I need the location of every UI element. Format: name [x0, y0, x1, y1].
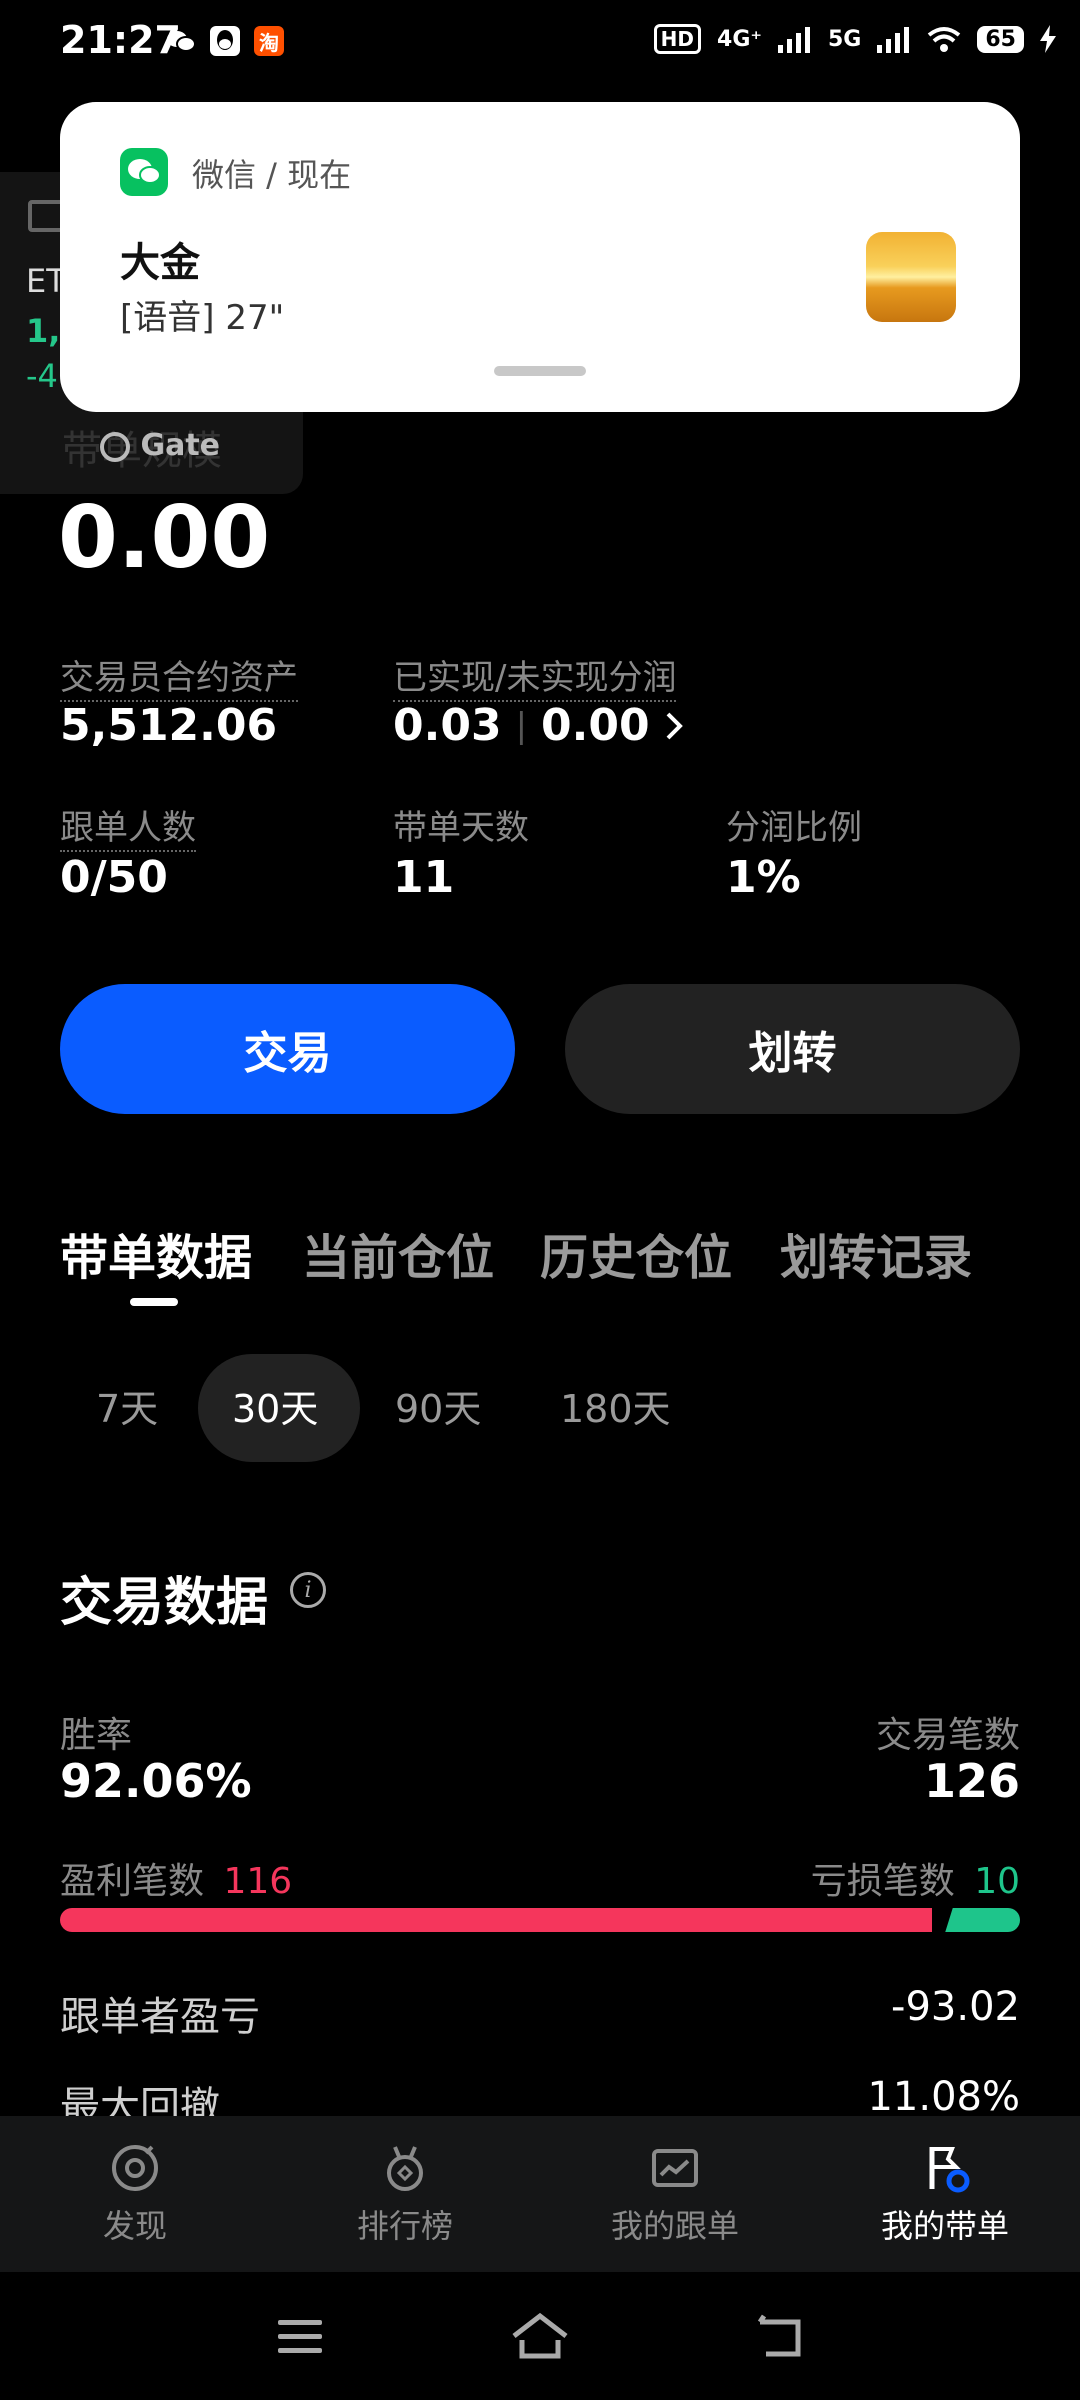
- unrealized-value: 0.00: [541, 700, 650, 751]
- widget-price: 1,: [26, 312, 61, 350]
- copy-scale-value: 0.00: [58, 488, 271, 588]
- status-right: HD 4G⁺ 5G 65: [653, 24, 1056, 54]
- nav-leaderboard[interactable]: 排行榜: [270, 2116, 540, 2272]
- notification-app-name: 微信 / 现在: [192, 156, 352, 194]
- profit-count: 盈利笔数 116: [60, 1852, 292, 1904]
- expand-icon[interactable]: [28, 200, 64, 232]
- profit-count-value: 116: [223, 1861, 293, 1902]
- profit-share-label[interactable]: 已实现/未实现分润: [393, 650, 677, 702]
- range-30d[interactable]: 30天: [232, 1378, 318, 1433]
- assets-value: 5,512.06: [60, 700, 278, 751]
- menu-icon[interactable]: [276, 2316, 324, 2356]
- network-5g: 5G: [828, 26, 862, 52]
- wechat-app-icon: [120, 148, 168, 196]
- tab-current-positions[interactable]: 当前仓位: [302, 1218, 494, 1288]
- taobao-icon: 淘: [254, 26, 284, 56]
- qq-icon: [210, 26, 240, 56]
- home-icon[interactable]: [510, 2310, 570, 2362]
- profit-count-label: 盈利笔数: [60, 1861, 205, 1902]
- tab-copy-data[interactable]: 带单数据: [60, 1218, 252, 1288]
- range-7d[interactable]: 7天: [96, 1378, 158, 1433]
- realized-value: 0.03: [393, 700, 502, 751]
- trade-count-label: 交易笔数: [875, 1715, 1020, 1756]
- follower-pnl-value: -93.02: [891, 1984, 1020, 2030]
- gate-brand: Gate: [140, 428, 221, 463]
- gate-logo-icon: [100, 431, 130, 462]
- value-separator: |: [515, 705, 528, 746]
- network-4g: 4G⁺: [717, 26, 762, 52]
- days-label: 带单天数: [393, 808, 529, 848]
- win-rate-label: 胜率: [60, 1715, 133, 1756]
- bottom-navigation: 发现 排行榜 我的跟单 我的带单: [0, 2116, 1080, 2272]
- trade-button[interactable]: 交易: [60, 984, 515, 1114]
- wechat-notification[interactable]: 微信 / 现在 大金 [语音] 27": [60, 102, 1020, 412]
- chart-card-icon: [652, 2149, 698, 2187]
- share-ratio-value: 1%: [726, 852, 801, 903]
- medal-icon: [387, 2146, 423, 2191]
- share-ratio-label: 分润比例: [726, 808, 862, 848]
- notification-title: 大金: [120, 240, 200, 286]
- back-icon[interactable]: [756, 2312, 806, 2360]
- days-value: 11: [393, 852, 455, 903]
- nav-my-leads[interactable]: 我的带单: [810, 2116, 1080, 2272]
- nav-my-follows[interactable]: 我的跟单: [540, 2116, 810, 2272]
- transfer-button[interactable]: 划转: [565, 984, 1020, 1114]
- hd-badge: HD: [653, 24, 702, 54]
- battery-level: 65: [977, 25, 1024, 53]
- loss-count: 亏损笔数 10: [811, 1852, 1020, 1904]
- trade-count-value: 126: [923, 1754, 1020, 1808]
- notification-body: [语音] 27": [120, 298, 285, 338]
- active-tab-indicator: [130, 1298, 178, 1306]
- charging-icon: [1040, 25, 1056, 53]
- notification-drag-handle[interactable]: [494, 366, 586, 376]
- sender-avatar: [866, 232, 956, 322]
- tab-history-positions[interactable]: 历史仓位: [540, 1218, 732, 1288]
- widget-change: -4: [26, 357, 58, 395]
- info-icon[interactable]: i: [290, 1572, 326, 1608]
- gate-logo: Gate: [100, 428, 220, 463]
- nav-discover[interactable]: 发现: [0, 2116, 270, 2272]
- loss-count-label: 亏损笔数: [810, 1861, 955, 1902]
- tab-transfer-records[interactable]: 划转记录: [780, 1218, 972, 1288]
- wechat-icon: [166, 26, 196, 56]
- followers-value: 0/50: [60, 852, 168, 903]
- nav-label: 我的带单: [880, 2207, 1009, 2245]
- discover-icon: [112, 2145, 158, 2191]
- profit-share-values[interactable]: 0.03 | 0.00: [393, 700, 684, 751]
- wifi-icon: [928, 27, 961, 52]
- ratio-bar-divider: [932, 1904, 954, 1936]
- nav-label: 排行榜: [356, 2207, 453, 2245]
- loss-count-value: 10: [974, 1861, 1020, 1902]
- range-90d[interactable]: 90天: [395, 1378, 481, 1433]
- signal-icon: [877, 27, 910, 53]
- assets-label[interactable]: 交易员合约资产: [60, 650, 298, 702]
- status-time: 21:27: [60, 18, 181, 62]
- signal-icon: [778, 27, 810, 53]
- follower-pnl-label: 跟单者盈亏: [60, 1994, 260, 2040]
- range-180d[interactable]: 180天: [560, 1378, 671, 1433]
- trade-data-title: 交易数据: [60, 1573, 269, 1633]
- chevron-right-icon: [666, 712, 683, 739]
- nav-label: 发现: [102, 2207, 167, 2245]
- nav-label: 我的跟单: [610, 2207, 739, 2245]
- flag-icon: [929, 2147, 970, 2193]
- system-navigation: [0, 2272, 1080, 2400]
- win-rate-value: 92.06%: [60, 1754, 252, 1808]
- profit-ratio-bar: [60, 1908, 932, 1932]
- max-drawdown-value: 11.08%: [867, 2074, 1020, 2120]
- followers-label[interactable]: 跟单人数: [60, 800, 196, 852]
